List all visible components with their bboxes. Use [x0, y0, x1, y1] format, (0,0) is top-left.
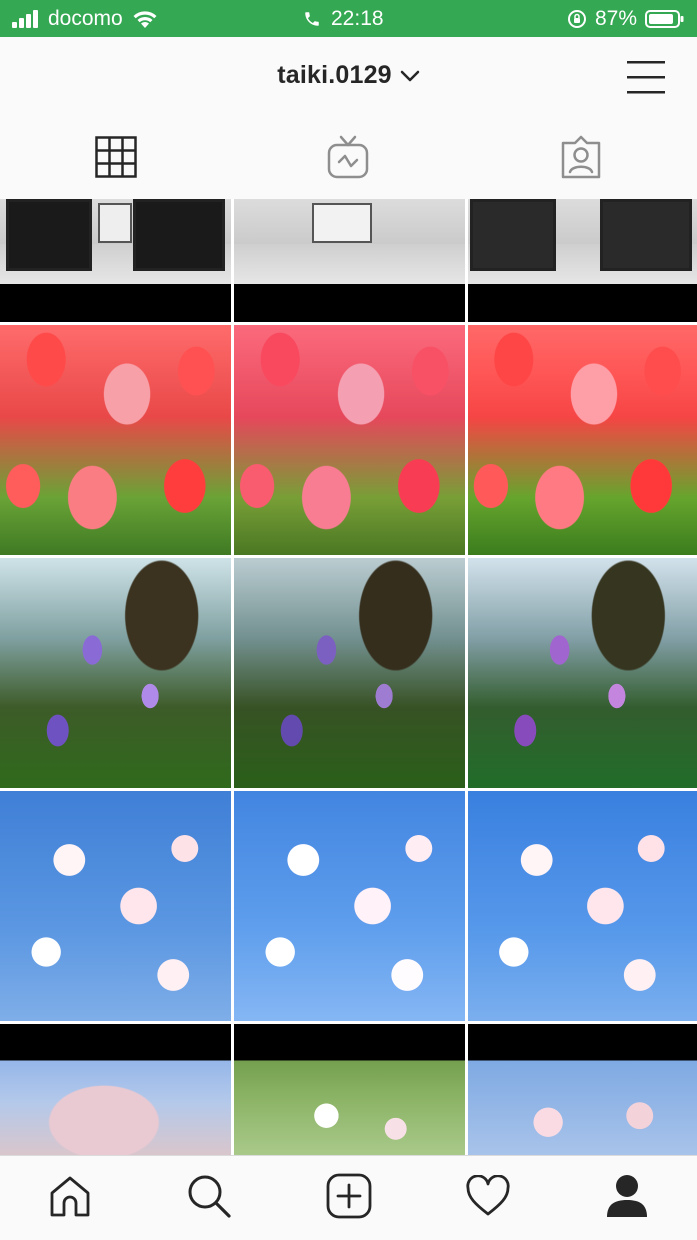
room-window	[312, 203, 372, 243]
nav-activity[interactable]	[418, 1156, 557, 1240]
tab-igtv[interactable]	[232, 119, 464, 199]
room-door-frame	[600, 199, 692, 271]
search-icon	[186, 1173, 232, 1224]
post-thumbnail[interactable]	[234, 1024, 465, 1155]
home-icon	[48, 1174, 92, 1223]
profile-tabs	[0, 119, 697, 199]
tab-tagged[interactable]	[465, 119, 697, 199]
grid-icon	[95, 135, 137, 183]
status-bar-center: 22:18	[303, 7, 384, 31]
room-door-frame	[133, 199, 225, 271]
nav-search[interactable]	[139, 1156, 278, 1240]
clock: 22:18	[331, 7, 384, 30]
hamburger-menu-icon	[627, 61, 665, 99]
account-switcher[interactable]: taiki.0129	[277, 61, 420, 90]
signal-icon	[12, 10, 40, 28]
add-post-icon	[326, 1173, 372, 1224]
heart-icon	[465, 1173, 511, 1222]
phone-icon	[303, 10, 321, 28]
photo-grid	[0, 199, 697, 1155]
post-thumbnail[interactable]	[0, 325, 231, 555]
post-thumbnail[interactable]	[468, 791, 697, 1021]
room-window	[98, 203, 132, 243]
profile-icon	[605, 1173, 649, 1224]
status-bar: docomo 22:18 87%	[0, 0, 697, 37]
post-thumbnail[interactable]	[234, 558, 465, 788]
profile-header: taiki.0129	[0, 37, 697, 119]
post-thumbnail[interactable]	[0, 791, 231, 1021]
post-thumbnail[interactable]	[234, 791, 465, 1021]
igtv-icon	[327, 135, 369, 184]
post-thumbnail[interactable]	[0, 1024, 231, 1155]
status-bar-right: 87%	[567, 7, 685, 31]
header-title: taiki.0129	[0, 61, 697, 90]
room-door-frame	[6, 199, 92, 271]
username: taiki.0129	[277, 61, 392, 89]
tab-grid[interactable]	[0, 119, 232, 199]
post-thumbnail[interactable]	[234, 325, 465, 555]
status-bar-left: docomo	[12, 7, 159, 31]
menu-button[interactable]	[627, 59, 665, 95]
nav-new-post[interactable]	[279, 1156, 418, 1240]
wifi-icon	[131, 9, 159, 29]
nav-home[interactable]	[0, 1156, 139, 1240]
post-thumbnail[interactable]	[234, 199, 465, 322]
post-thumbnail[interactable]	[468, 558, 697, 788]
post-thumbnail[interactable]	[468, 199, 697, 322]
room-floor	[234, 244, 465, 284]
carrier-name: docomo	[48, 7, 123, 30]
battery-percent: 87%	[594, 7, 637, 30]
post-thumbnail[interactable]	[0, 558, 231, 788]
post-thumbnail[interactable]	[0, 199, 231, 322]
post-thumbnail[interactable]	[468, 1024, 697, 1155]
nav-profile[interactable]	[558, 1156, 697, 1240]
post-thumbnail[interactable]	[468, 325, 697, 555]
rotation-lock-icon	[567, 9, 587, 29]
chevron-down-icon	[400, 61, 420, 90]
tagged-icon	[559, 135, 603, 184]
battery-icon	[645, 9, 685, 29]
room-door-frame	[470, 199, 556, 271]
bottom-navigation	[0, 1155, 697, 1240]
